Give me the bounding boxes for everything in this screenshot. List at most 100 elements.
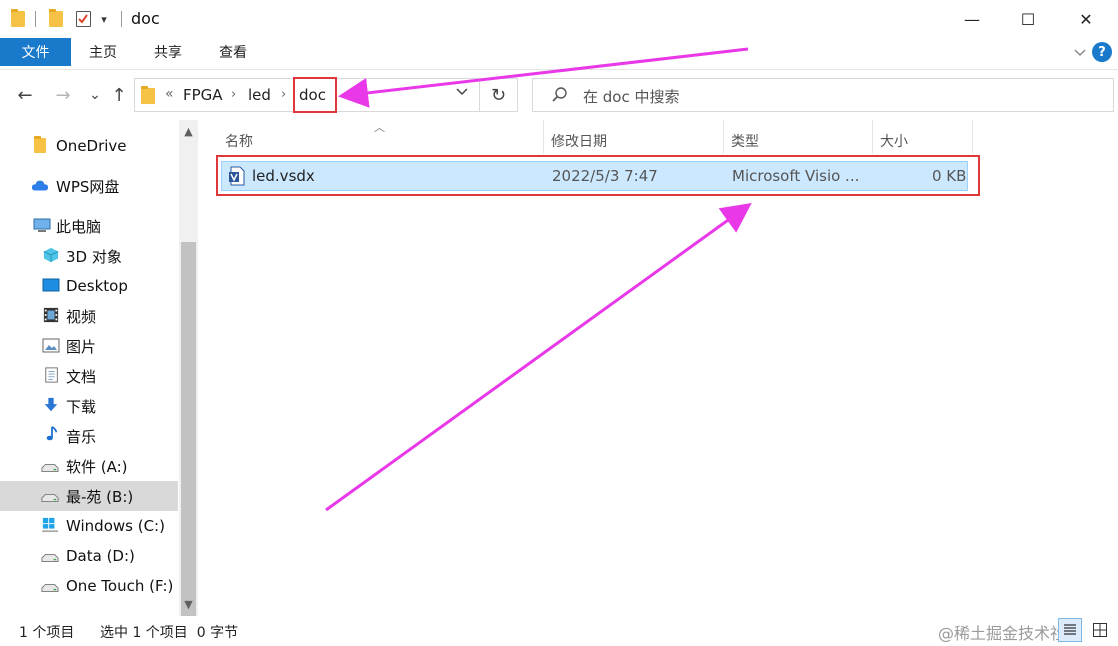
sidebar-item-label: 此电脑 — [56, 217, 102, 236]
file-list: ︿ 名称 修改日期 类型 大小 led.vsdx 2022/5/3 7:47 M… — [200, 120, 1118, 616]
tab-file[interactable]: 文件 — [0, 38, 71, 66]
computer-icon — [33, 218, 51, 232]
sort-ascending-icon: ︿ — [374, 121, 385, 134]
breadcrumb-led[interactable]: led — [248, 86, 271, 104]
sidebar-item-drive-c[interactable]: Windows (C:) — [0, 511, 178, 541]
sidebar-item-music[interactable]: 音乐 — [0, 421, 178, 451]
sidebar-item-3d-objects[interactable]: 3D 对象 — [0, 241, 178, 271]
large-icons-view-icon — [1093, 623, 1107, 637]
refresh-button[interactable]: ↻ — [480, 78, 518, 112]
desktop-icon — [42, 278, 60, 292]
sidebar-item-label: Desktop — [66, 277, 128, 295]
address-dropdown-button[interactable] — [455, 86, 469, 101]
sidebar-item-wps[interactable]: WPS网盘 — [0, 171, 178, 201]
sidebar-item-label: 软件 (A:) — [66, 457, 128, 476]
sidebar-item-documents[interactable]: 文档 — [0, 361, 178, 391]
sidebar-item-label: 音乐 — [66, 427, 97, 446]
column-header-type[interactable]: 类型 — [731, 128, 759, 154]
download-icon — [44, 397, 58, 412]
column-divider[interactable] — [872, 120, 873, 154]
title-bar: ▾ doc — ☐ ✕ — [0, 0, 1118, 38]
sidebar-item-this-pc[interactable]: 此电脑 — [0, 211, 178, 241]
cube-icon — [43, 247, 59, 263]
sidebar-item-label: 3D 对象 — [66, 247, 122, 266]
sidebar-item-drive-f[interactable]: One Touch (F:) — [0, 571, 178, 601]
column-divider[interactable] — [972, 120, 973, 154]
window-title: doc — [131, 9, 160, 28]
divider — [121, 11, 122, 27]
minimize-button[interactable]: — — [944, 0, 1000, 38]
close-button[interactable]: ✕ — [1058, 0, 1114, 38]
navigation-pane: OneDrive WPS网盘 此电脑 3D 对象 Desktop 视频 图片 文… — [0, 120, 200, 646]
breadcrumb-overflow[interactable]: « — [165, 86, 174, 102]
folder-icon — [141, 86, 155, 104]
folder-icon — [10, 9, 26, 28]
help-button[interactable]: ? — [1092, 42, 1112, 62]
sidebar-item-label: 文档 — [66, 367, 97, 386]
sidebar-item-label: 视频 — [66, 307, 97, 326]
address-bar[interactable]: « FPGA › led › doc — [134, 77, 480, 113]
windows-drive-icon — [42, 517, 58, 533]
annotation-highlight-box — [293, 77, 337, 113]
column-header-size[interactable]: 大小 — [880, 128, 908, 154]
column-header-name[interactable]: 名称 — [225, 128, 253, 154]
details-view-icon — [1064, 624, 1076, 635]
folder-icon — [34, 136, 52, 154]
sidebar-item-drive-b[interactable]: 最-苑 (B:) — [0, 481, 178, 511]
item-count: 1 个项目 — [19, 625, 75, 641]
divider — [35, 11, 36, 27]
sidebar-item-desktop[interactable]: Desktop — [0, 271, 178, 301]
column-divider[interactable] — [543, 120, 544, 154]
details-view-button[interactable] — [1058, 618, 1082, 642]
sidebar-item-videos[interactable]: 视频 — [0, 301, 178, 331]
scroll-up-arrow[interactable]: ▲ — [179, 122, 198, 141]
sidebar-item-onedrive[interactable]: OneDrive — [0, 131, 178, 161]
cloud-icon — [31, 180, 49, 191]
sidebar-item-drive-a[interactable]: 软件 (A:) — [0, 451, 178, 481]
sidebar-item-downloads[interactable]: 下载 — [0, 391, 178, 421]
annotation-highlight-box — [216, 155, 980, 196]
recent-locations-button[interactable]: ⌄ — [84, 84, 106, 106]
chevron-down-icon[interactable] — [1072, 45, 1088, 61]
breadcrumb-separator[interactable]: › — [231, 87, 236, 102]
breadcrumb-fpga[interactable]: FPGA — [183, 86, 223, 104]
sidebar-item-label: WPS网盘 — [56, 177, 120, 196]
sidebar-item-label: Windows (C:) — [66, 517, 165, 535]
picture-icon — [42, 338, 60, 353]
search-input[interactable]: 在 doc 中搜索 — [532, 78, 1114, 112]
sidebar-item-label: One Touch (F:) — [66, 577, 174, 595]
sidebar-item-pictures[interactable]: 图片 — [0, 331, 178, 361]
film-icon — [43, 307, 59, 323]
navigation-bar: ← → ⌄ ↑ « FPGA › led › doc ↻ 在 doc 中搜索 — [0, 70, 1118, 120]
status-bar: 1 个项目 选中 1 个项目 0 字节 @稀土掘金技术社区 — [0, 616, 1118, 646]
search-icon — [552, 87, 567, 102]
sidebar-item-label: 最-苑 (B:) — [66, 487, 134, 506]
scroll-down-arrow[interactable]: ▼ — [179, 595, 198, 614]
quick-access-dropdown[interactable]: ▾ — [97, 10, 111, 28]
large-icons-view-button[interactable] — [1088, 618, 1112, 642]
sidebar-item-label: 下载 — [66, 397, 97, 416]
properties-check-icon[interactable] — [74, 10, 92, 28]
sidebar-scrollbar-thumb[interactable] — [181, 242, 196, 646]
tab-view[interactable]: 查看 — [208, 38, 258, 66]
sidebar-item-label: Data (D:) — [66, 547, 135, 565]
up-button[interactable]: ↑ — [108, 84, 130, 106]
sidebar-item-label: 图片 — [66, 337, 97, 356]
tab-share[interactable]: 共享 — [143, 38, 193, 66]
drive-icon — [41, 553, 59, 563]
drive-icon — [41, 493, 59, 503]
music-icon — [46, 426, 58, 441]
search-placeholder: 在 doc 中搜索 — [583, 88, 680, 106]
new-folder-icon[interactable] — [48, 9, 64, 28]
maximize-button[interactable]: ☐ — [1000, 0, 1056, 38]
breadcrumb-separator[interactable]: › — [281, 87, 286, 102]
sidebar-item-drive-d[interactable]: Data (D:) — [0, 541, 178, 571]
ribbon-tabs: 文件 主页 共享 查看 ? — [0, 38, 1118, 70]
tab-home[interactable]: 主页 — [78, 38, 128, 66]
sidebar-item-label: OneDrive — [56, 137, 127, 155]
forward-button[interactable]: → — [52, 84, 74, 106]
column-divider[interactable] — [723, 120, 724, 154]
back-button[interactable]: ← — [14, 84, 36, 106]
selection-info: 选中 1 个项目 0 字节 — [100, 625, 239, 641]
column-header-modified[interactable]: 修改日期 — [551, 128, 607, 154]
